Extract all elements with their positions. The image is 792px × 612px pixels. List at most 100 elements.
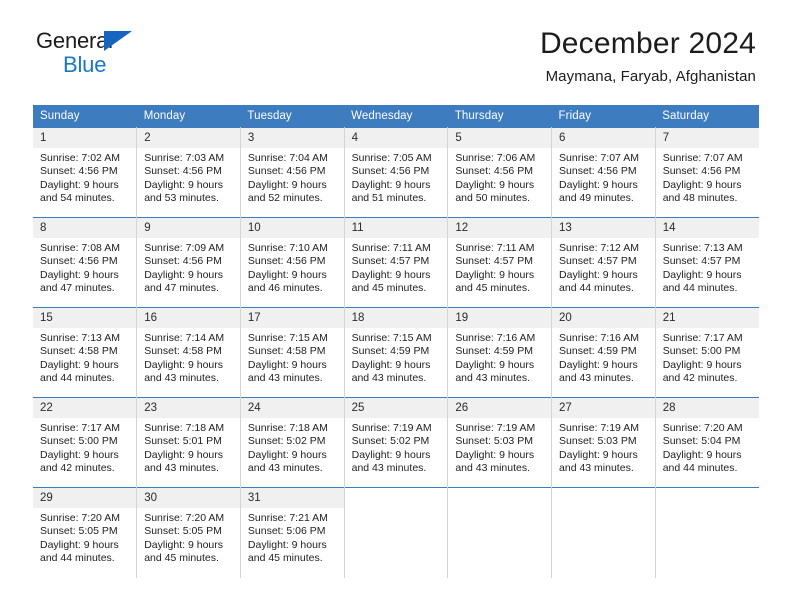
weekday-header-wednesday: Wednesday xyxy=(344,105,448,128)
day-sun-info xyxy=(448,508,551,512)
day-number: 23 xyxy=(137,398,240,418)
calendar-header-row: Sunday Monday Tuesday Wednesday Thursday… xyxy=(33,105,759,128)
weekday-header-thursday: Thursday xyxy=(447,105,552,128)
day-cell[interactable]: 17 Sunrise: 7:15 AM Sunset: 4:58 PM Dayl… xyxy=(240,307,345,398)
day-number: 8 xyxy=(33,218,137,238)
day-sun-info: Sunrise: 7:07 AM Sunset: 4:56 PM Dayligh… xyxy=(662,152,743,205)
day-sun-info: Sunrise: 7:19 AM Sunset: 5:03 PM Dayligh… xyxy=(455,422,536,475)
day-cell[interactable]: 9 Sunrise: 7:09 AM Sunset: 4:56 PM Dayli… xyxy=(136,217,241,308)
day-sun-info xyxy=(345,508,448,512)
day-cell[interactable]: 14 Sunrise: 7:13 AM Sunset: 4:57 PM Dayl… xyxy=(655,217,759,308)
day-sun-info: Sunrise: 7:05 AM Sunset: 4:56 PM Dayligh… xyxy=(351,152,432,205)
day-cell[interactable]: 20 Sunrise: 7:16 AM Sunset: 4:59 PM Dayl… xyxy=(551,307,656,398)
day-cell[interactable]: 3 Sunrise: 7:04 AM Sunset: 4:56 PM Dayli… xyxy=(240,127,345,218)
day-cell[interactable]: 1 Sunrise: 7:02 AM Sunset: 4:56 PM Dayli… xyxy=(33,127,138,218)
day-sun-info: Sunrise: 7:16 AM Sunset: 4:59 PM Dayligh… xyxy=(559,332,639,385)
day-number: 25 xyxy=(344,398,448,418)
day-cell[interactable]: 6 Sunrise: 7:07 AM Sunset: 4:56 PM Dayli… xyxy=(551,127,656,218)
day-number: 12 xyxy=(448,218,552,238)
day-sun-info: Sunrise: 7:15 AM Sunset: 4:59 PM Dayligh… xyxy=(351,332,432,385)
day-cell[interactable]: 29 Sunrise: 7:20 AM Sunset: 5:05 PM Dayl… xyxy=(33,487,138,578)
day-number: 19 xyxy=(448,308,552,328)
day-sun-info: Sunrise: 7:08 AM Sunset: 4:56 PM Dayligh… xyxy=(40,242,120,295)
day-number xyxy=(344,488,448,508)
day-number: 14 xyxy=(655,218,759,238)
day-number: 10 xyxy=(240,218,344,238)
day-cell[interactable]: 30 Sunrise: 7:20 AM Sunset: 5:05 PM Dayl… xyxy=(136,487,241,578)
day-cell[interactable]: 15 Sunrise: 7:13 AM Sunset: 4:58 PM Dayl… xyxy=(33,307,138,398)
day-sun-info: Sunrise: 7:13 AM Sunset: 4:57 PM Dayligh… xyxy=(662,242,743,295)
day-cell[interactable]: 13 Sunrise: 7:12 AM Sunset: 4:57 PM Dayl… xyxy=(551,217,656,308)
logo-text-blue: Blue xyxy=(63,52,107,77)
weekday-header-monday: Monday xyxy=(136,105,241,128)
day-number: 9 xyxy=(137,218,240,238)
day-sun-info: Sunrise: 7:12 AM Sunset: 4:57 PM Dayligh… xyxy=(559,242,639,295)
day-sun-info: Sunrise: 7:10 AM Sunset: 4:56 PM Dayligh… xyxy=(247,242,328,295)
day-number: 21 xyxy=(655,308,759,328)
day-number: 17 xyxy=(240,308,344,328)
day-number: 4 xyxy=(344,128,448,148)
day-cell[interactable]: 25 Sunrise: 7:19 AM Sunset: 5:02 PM Dayl… xyxy=(344,397,449,488)
day-number: 1 xyxy=(33,128,137,148)
day-number: 13 xyxy=(552,218,655,238)
weekday-header-friday: Friday xyxy=(551,105,656,128)
day-sun-info: Sunrise: 7:02 AM Sunset: 4:56 PM Dayligh… xyxy=(40,152,120,205)
day-sun-info: Sunrise: 7:17 AM Sunset: 5:00 PM Dayligh… xyxy=(662,332,743,385)
day-sun-info: Sunrise: 7:11 AM Sunset: 4:57 PM Dayligh… xyxy=(351,242,431,295)
day-number: 28 xyxy=(655,398,759,418)
day-cell-empty xyxy=(447,487,553,578)
location-subtitle: Maymana, Faryab, Afghanistan xyxy=(545,67,756,85)
day-sun-info: Sunrise: 7:11 AM Sunset: 4:57 PM Dayligh… xyxy=(455,242,535,295)
day-cell[interactable]: 21 Sunrise: 7:17 AM Sunset: 5:00 PM Dayl… xyxy=(655,307,759,398)
day-cell[interactable]: 8 Sunrise: 7:08 AM Sunset: 4:56 PM Dayli… xyxy=(33,217,138,308)
day-sun-info: Sunrise: 7:20 AM Sunset: 5:05 PM Dayligh… xyxy=(40,512,120,565)
day-cell[interactable]: 5 Sunrise: 7:06 AM Sunset: 4:56 PM Dayli… xyxy=(447,127,553,218)
day-cell[interactable]: 7 Sunrise: 7:07 AM Sunset: 4:56 PM Dayli… xyxy=(655,127,759,218)
day-cell[interactable]: 19 Sunrise: 7:16 AM Sunset: 4:59 PM Dayl… xyxy=(447,307,553,398)
day-cell[interactable]: 24 Sunrise: 7:18 AM Sunset: 5:02 PM Dayl… xyxy=(240,397,345,488)
day-sun-info xyxy=(552,508,655,512)
day-sun-info: Sunrise: 7:21 AM Sunset: 5:06 PM Dayligh… xyxy=(247,512,328,565)
day-cell[interactable]: 28 Sunrise: 7:20 AM Sunset: 5:04 PM Dayl… xyxy=(655,397,759,488)
calendar-grid: Sunday Monday Tuesday Wednesday Thursday… xyxy=(33,105,759,578)
page-header: General Blue December 2024 Maymana, Fary… xyxy=(0,0,792,84)
day-number: 29 xyxy=(33,488,137,508)
day-number: 24 xyxy=(240,398,344,418)
week-row: 1 Sunrise: 7:02 AM Sunset: 4:56 PM Dayli… xyxy=(33,127,759,218)
day-cell[interactable]: 2 Sunrise: 7:03 AM Sunset: 4:56 PM Dayli… xyxy=(136,127,241,218)
day-sun-info xyxy=(656,508,759,512)
day-sun-info: Sunrise: 7:17 AM Sunset: 5:00 PM Dayligh… xyxy=(40,422,120,475)
day-sun-info: Sunrise: 7:15 AM Sunset: 4:58 PM Dayligh… xyxy=(247,332,328,385)
day-sun-info: Sunrise: 7:20 AM Sunset: 5:04 PM Dayligh… xyxy=(662,422,743,475)
day-cell[interactable]: 22 Sunrise: 7:17 AM Sunset: 5:00 PM Dayl… xyxy=(33,397,138,488)
day-cell[interactable]: 10 Sunrise: 7:10 AM Sunset: 4:56 PM Dayl… xyxy=(240,217,345,308)
weekday-header-saturday: Saturday xyxy=(655,105,759,128)
day-sun-info: Sunrise: 7:18 AM Sunset: 5:02 PM Dayligh… xyxy=(247,422,328,475)
day-cell-empty xyxy=(551,487,656,578)
day-number: 16 xyxy=(137,308,240,328)
page-title: December 2024 xyxy=(539,27,756,60)
day-sun-info: Sunrise: 7:19 AM Sunset: 5:03 PM Dayligh… xyxy=(559,422,639,475)
day-cell[interactable]: 31 Sunrise: 7:21 AM Sunset: 5:06 PM Dayl… xyxy=(240,487,345,578)
calendar-page: General Blue December 2024 Maymana, Fary… xyxy=(0,0,792,612)
day-cell[interactable]: 11 Sunrise: 7:11 AM Sunset: 4:57 PM Dayl… xyxy=(344,217,449,308)
day-cell[interactable]: 16 Sunrise: 7:14 AM Sunset: 4:58 PM Dayl… xyxy=(136,307,241,398)
day-number: 30 xyxy=(137,488,240,508)
day-number: 2 xyxy=(137,128,240,148)
day-sun-info: Sunrise: 7:13 AM Sunset: 4:58 PM Dayligh… xyxy=(40,332,120,385)
day-cell[interactable]: 23 Sunrise: 7:18 AM Sunset: 5:01 PM Dayl… xyxy=(136,397,241,488)
day-number: 27 xyxy=(552,398,655,418)
day-cell[interactable]: 4 Sunrise: 7:05 AM Sunset: 4:56 PM Dayli… xyxy=(344,127,449,218)
day-cell[interactable]: 27 Sunrise: 7:19 AM Sunset: 5:03 PM Dayl… xyxy=(551,397,656,488)
day-cell[interactable]: 12 Sunrise: 7:11 AM Sunset: 4:57 PM Dayl… xyxy=(447,217,553,308)
day-cell[interactable]: 18 Sunrise: 7:15 AM Sunset: 4:59 PM Dayl… xyxy=(344,307,449,398)
day-cell-empty xyxy=(344,487,449,578)
week-row: 8 Sunrise: 7:08 AM Sunset: 4:56 PM Dayli… xyxy=(33,217,759,308)
calendar-body: 1 Sunrise: 7:02 AM Sunset: 4:56 PM Dayli… xyxy=(33,127,759,578)
day-sun-info: Sunrise: 7:04 AM Sunset: 4:56 PM Dayligh… xyxy=(247,152,328,205)
day-number: 7 xyxy=(655,128,759,148)
day-sun-info: Sunrise: 7:07 AM Sunset: 4:56 PM Dayligh… xyxy=(559,152,639,205)
day-sun-info: Sunrise: 7:06 AM Sunset: 4:56 PM Dayligh… xyxy=(455,152,536,205)
week-row: 15 Sunrise: 7:13 AM Sunset: 4:58 PM Dayl… xyxy=(33,307,759,398)
day-cell[interactable]: 26 Sunrise: 7:19 AM Sunset: 5:03 PM Dayl… xyxy=(447,397,553,488)
